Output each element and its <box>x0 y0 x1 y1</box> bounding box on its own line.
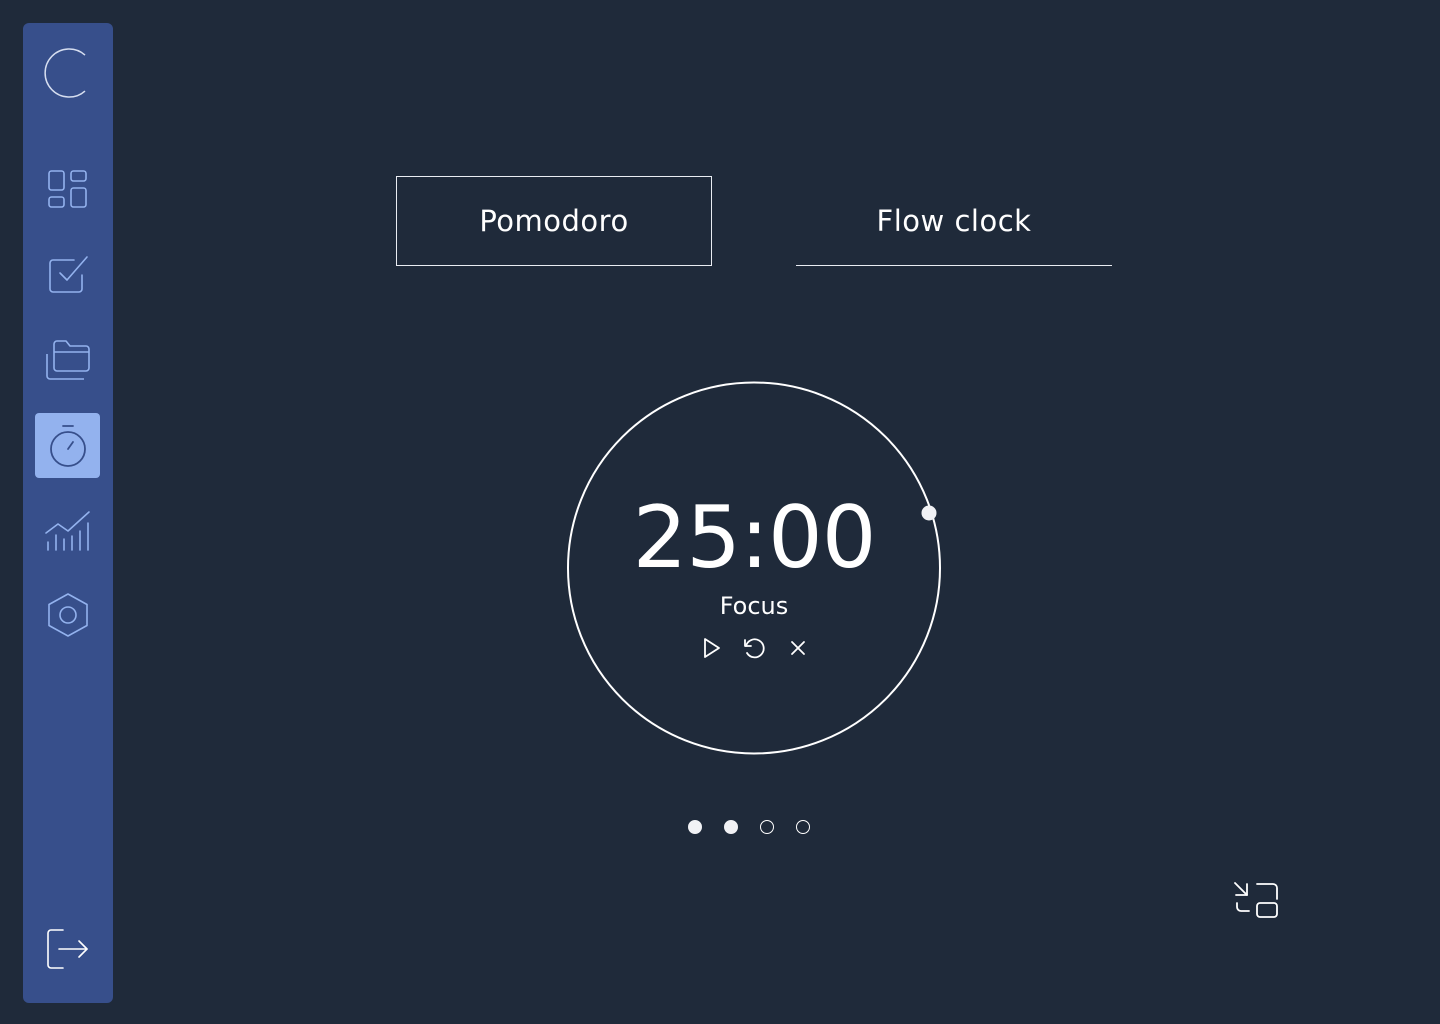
play-icon <box>704 638 720 658</box>
tab-flow-clock-label: Flow clock <box>876 203 1032 238</box>
logout-icon <box>46 928 88 969</box>
folders-icon <box>45 339 90 380</box>
sidebar-item-dashboard[interactable] <box>35 157 100 222</box>
sidebar-item-settings[interactable] <box>35 582 100 647</box>
minimize-window-icon <box>1234 882 1278 918</box>
tab-flow-clock[interactable]: Flow clock <box>796 176 1112 266</box>
settings-hexagon-icon <box>47 592 88 637</box>
stop-button[interactable] <box>784 634 812 662</box>
tasks-checkbox-icon <box>48 255 88 293</box>
session-progress-dots <box>688 820 810 834</box>
session-dot[interactable] <box>724 820 738 834</box>
dashboard-icon <box>47 169 87 208</box>
stopwatch-icon <box>49 424 86 467</box>
logo-icon <box>41 47 93 99</box>
timer-display: 25:00 <box>632 488 877 588</box>
sidebar-item-stats[interactable] <box>35 498 100 563</box>
tab-pomodoro[interactable]: Pomodoro <box>396 176 712 266</box>
sidebar-item-tasks[interactable] <box>35 242 100 307</box>
sidebar-item-folders[interactable] <box>35 327 100 392</box>
reset-button[interactable] <box>740 634 768 662</box>
logout-button[interactable] <box>35 916 100 981</box>
minimize-window-button[interactable] <box>1230 878 1282 922</box>
session-dot[interactable] <box>688 820 702 834</box>
stats-chart-icon <box>44 510 90 551</box>
sidebar-item-timer[interactable] <box>35 413 100 478</box>
close-icon <box>791 641 805 655</box>
play-button[interactable] <box>697 634 725 662</box>
tab-pomodoro-label: Pomodoro <box>479 204 629 238</box>
session-dot[interactable] <box>796 820 810 834</box>
reset-icon <box>744 638 765 659</box>
timer-mode-label: Focus <box>719 592 789 620</box>
sidebar <box>23 23 113 1003</box>
session-dot[interactable] <box>760 820 774 834</box>
